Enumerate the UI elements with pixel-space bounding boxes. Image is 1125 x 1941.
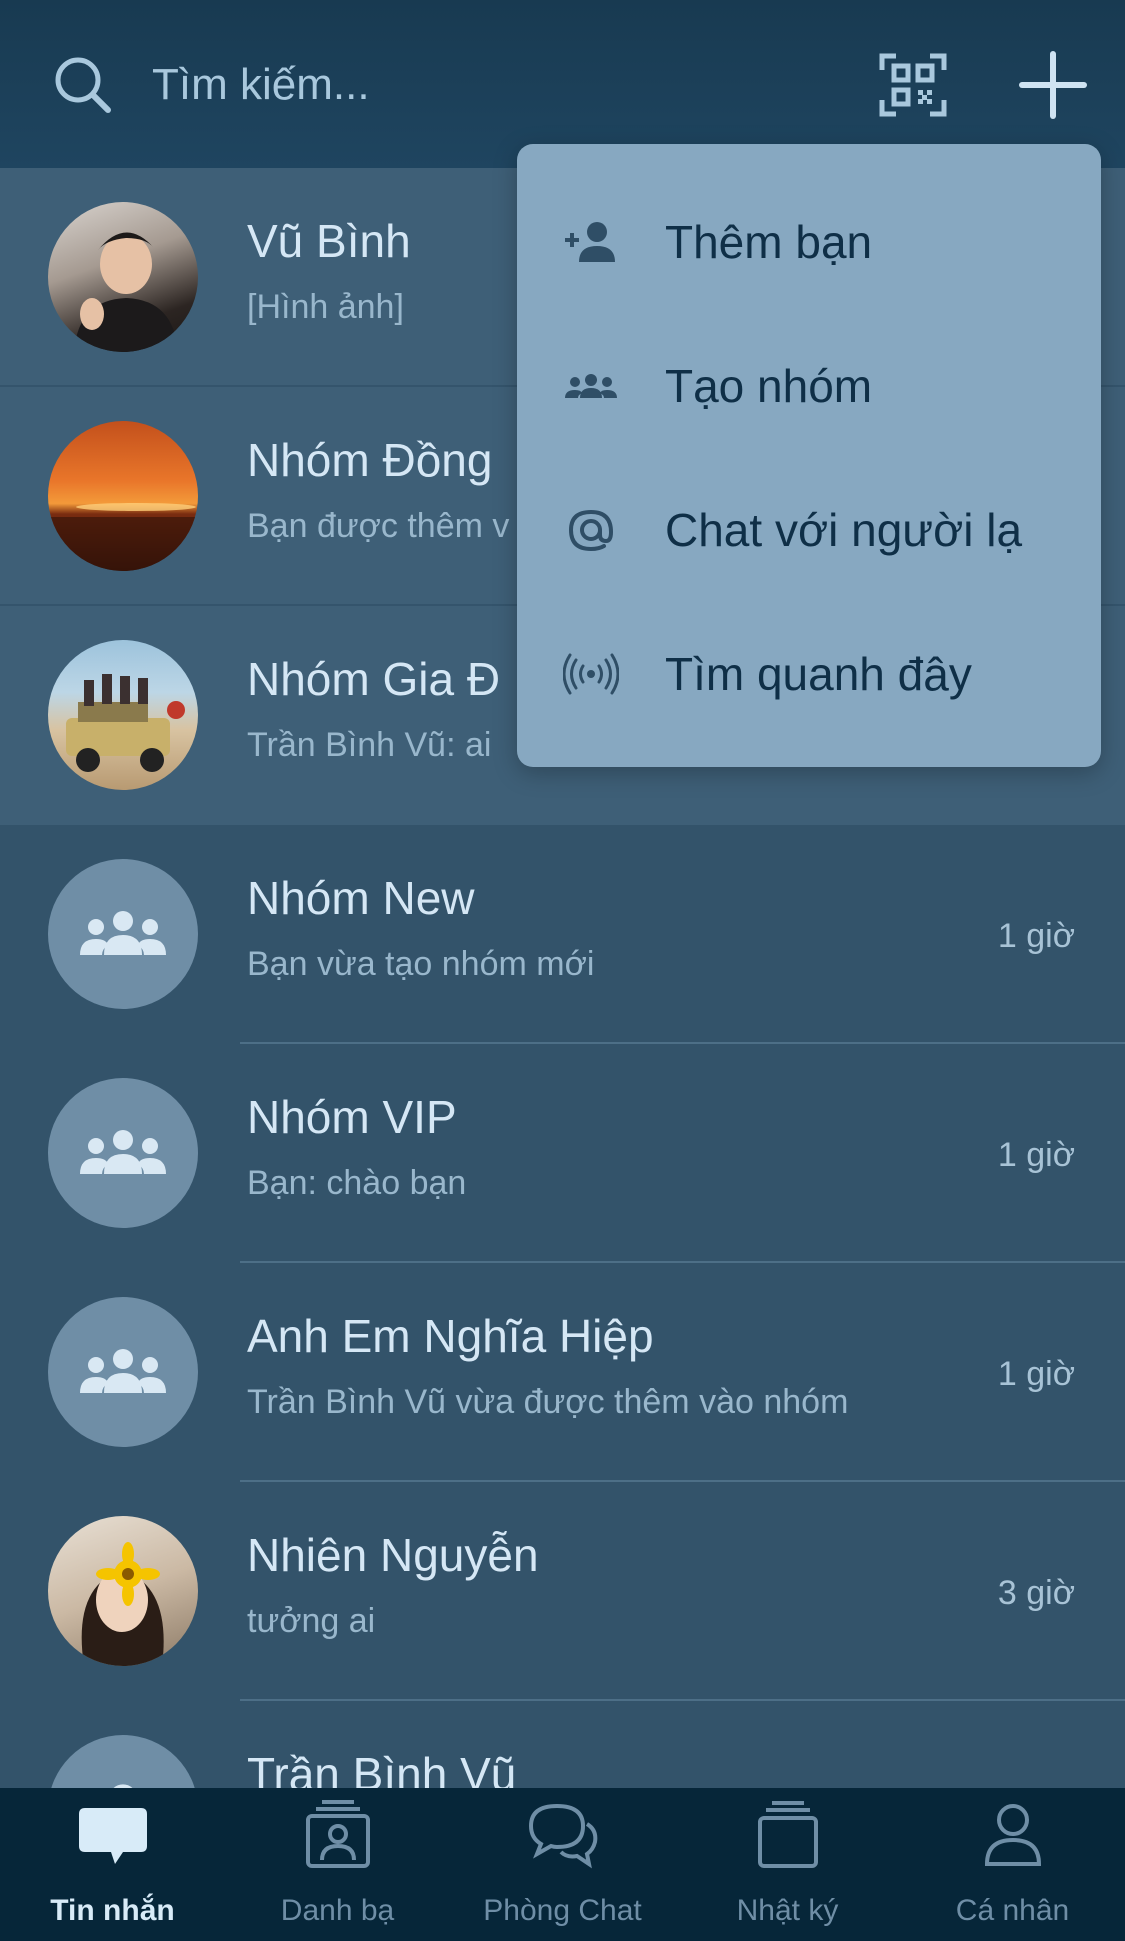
chat-name: Nhiên Nguyễn — [247, 1529, 539, 1581]
chat-preview: Bạn được thêm v — [247, 507, 510, 545]
person-avatar-icon — [48, 1735, 198, 1788]
chat-time: 1 giờ — [997, 917, 1075, 955]
chat-bubble-icon — [79, 1808, 147, 1864]
profile-icon — [984, 1804, 1042, 1866]
chat-preview: tưởng ai — [247, 1602, 376, 1640]
chat-row[interactable]: Trần Bình Vũ — [0, 1701, 1125, 1788]
group-avatar-icon — [48, 859, 198, 1009]
top-bar: Tìm kiếm... — [0, 0, 1125, 168]
menu-item-label: Tìm quanh đây — [665, 648, 972, 700]
tab-contacts[interactable]: Danh bạ — [225, 1788, 450, 1941]
chat-row[interactable]: Nhóm VIP Bạn: chào bạn 1 giờ — [0, 1044, 1125, 1263]
contacts-icon — [306, 1800, 370, 1868]
chat-name: Nhóm Gia Đ — [247, 653, 501, 705]
chat-time: 1 giờ — [997, 1136, 1075, 1174]
menu-item-label: Tạo nhóm — [665, 360, 873, 412]
chat-preview: Trần Bình Vũ: ai — [247, 726, 492, 764]
tab-label: Phòng Chat — [483, 1894, 642, 1927]
chat-name: Nhóm New — [247, 872, 475, 924]
avatar — [48, 421, 198, 571]
menu-item-label: Thêm bạn — [665, 216, 873, 268]
menu-item-add-friend[interactable]: Thêm bạn — [517, 170, 1101, 314]
chat-preview: Trần Bình Vũ vừa được thêm vào nhóm — [247, 1383, 849, 1421]
tab-label: Nhật ký — [736, 1894, 839, 1927]
menu-item-find-nearby[interactable]: Tìm quanh đây — [517, 602, 1101, 746]
chat-room-icon — [528, 1803, 598, 1869]
chat-row[interactable]: Anh Em Nghĩa Hiệp Trần Bình Vũ vừa được … — [0, 1263, 1125, 1482]
chat-name: Anh Em Nghĩa Hiệp — [247, 1310, 654, 1362]
group-avatar-icon — [48, 1078, 198, 1228]
group-icon — [565, 374, 617, 398]
menu-item-chat-stranger[interactable]: Chat với người lạ — [517, 458, 1101, 602]
avatar — [48, 1516, 198, 1666]
tab-label: Tin nhắn — [50, 1894, 175, 1927]
add-menu: Thêm bạn Tạo nhóm Chat với người lạ Tìm … — [517, 144, 1101, 767]
chat-name: Vũ Bình — [247, 215, 411, 267]
chat-name: Trần Bình Vũ — [247, 1748, 517, 1788]
search-icon[interactable] — [50, 52, 116, 118]
chat-row[interactable]: Nhiên Nguyễn tưởng ai 3 giờ — [0, 1482, 1125, 1701]
tab-profile[interactable]: Cá nhân — [900, 1788, 1125, 1941]
tab-label: Danh bạ — [280, 1894, 395, 1927]
chat-name: Nhóm Đồng — [247, 434, 493, 486]
bottom-nav: Tin nhắn Danh bạ Phòng Chat Nhật ký Cá n… — [0, 1788, 1125, 1941]
chat-time: 3 giờ — [997, 1574, 1075, 1612]
chat-name: Nhóm VIP — [247, 1091, 457, 1143]
tab-chat-room[interactable]: Phòng Chat — [450, 1788, 675, 1941]
group-avatar-icon — [48, 1297, 198, 1447]
avatar — [48, 640, 198, 790]
chat-row[interactable]: Nhóm New Bạn vừa tạo nhóm mới 1 giờ — [0, 825, 1125, 1044]
menu-item-label: Chat với người lạ — [665, 504, 1023, 556]
search-input[interactable]: Tìm kiếm... — [152, 52, 370, 118]
plus-icon[interactable] — [1018, 50, 1088, 120]
tab-label: Cá nhân — [955, 1894, 1070, 1927]
chat-time: 1 giờ — [997, 1355, 1075, 1393]
chat-preview: Bạn: chào bạn — [247, 1164, 467, 1202]
nearby-broadcast-icon — [563, 653, 619, 695]
avatar — [48, 202, 198, 352]
qr-code-icon[interactable] — [878, 52, 948, 118]
add-friend-icon — [565, 222, 615, 262]
chat-preview: Bạn vừa tạo nhóm mới — [247, 945, 595, 983]
chat-preview: [Hình ảnh] — [247, 288, 404, 326]
menu-item-create-group[interactable]: Tạo nhóm — [517, 314, 1101, 458]
tab-journal[interactable]: Nhật ký — [675, 1788, 900, 1941]
at-sign-icon — [568, 509, 614, 552]
journal-icon — [758, 1801, 818, 1868]
tab-messages[interactable]: Tin nhắn — [0, 1788, 225, 1941]
